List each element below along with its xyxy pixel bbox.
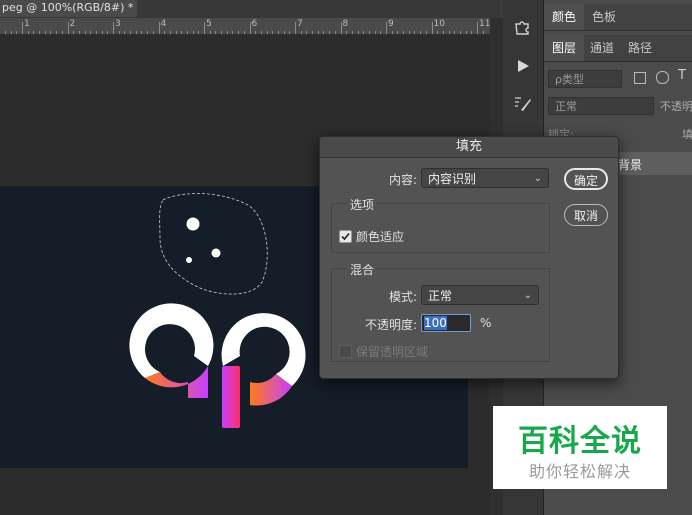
dot-large: [186, 217, 200, 231]
dialog-title: 填充: [320, 137, 618, 158]
cancel-button[interactable]: 取消: [564, 204, 608, 226]
chevron-down-icon: ⌄: [523, 290, 532, 301]
type-filter-icon[interactable]: T: [678, 68, 686, 83]
layer-blend-mode[interactable]: 正常: [548, 97, 654, 115]
preserve-transparency-label: 保留透明区域: [356, 345, 429, 359]
color-panel-tabs: 颜色 色板: [544, 4, 692, 31]
opacity-input[interactable]: 100: [421, 314, 471, 332]
contents-select[interactable]: 内容识别 ⌄: [421, 168, 549, 188]
tab-color[interactable]: 颜色: [544, 4, 585, 30]
color-adaptation-label: 颜色适应: [356, 230, 405, 244]
fill-label: 填: [682, 128, 692, 141]
ok-button[interactable]: 确定: [564, 168, 608, 190]
layer-name: 背景: [618, 158, 643, 172]
preserve-transparency-checkbox[interactable]: [339, 345, 352, 358]
watermark-subtitle: 助你轻松解决: [528, 462, 631, 481]
dot-small: [186, 257, 192, 263]
logo-left-ring: [129, 303, 214, 378]
dot-medium: [211, 248, 221, 258]
tab-paths[interactable]: 路径: [620, 35, 660, 61]
play-icon[interactable]: [509, 52, 537, 80]
logo-stem: [222, 366, 240, 428]
mode-value: 正常: [428, 289, 453, 303]
selection-marquee: [159, 193, 268, 295]
adjustment-filter-icon[interactable]: [656, 71, 669, 84]
watermark-title: 百科全说: [518, 424, 642, 459]
layers-panel-tabs: 图层 通道 路径: [544, 35, 692, 62]
opacity-value: 100: [424, 316, 447, 330]
tab-swatches[interactable]: 色板: [584, 4, 624, 30]
layer-kind-filter[interactable]: ρ类型: [548, 70, 622, 88]
opacity-label: 不透明度:: [365, 318, 418, 332]
checkmark-icon: [341, 232, 350, 241]
fill-dialog: 填充 内容: 内容识别 ⌄ 选项 颜色适应 混合 模式: 正常 ⌄ 不透明度: …: [319, 136, 619, 379]
watermark-logo: 百科全说 助你轻松解决: [493, 406, 667, 489]
tab-layers[interactable]: 图层: [544, 35, 585, 61]
image-filter-icon[interactable]: [634, 72, 646, 84]
blending-group-label: 混合: [347, 261, 378, 278]
options-group-label: 选项: [347, 196, 378, 213]
brush-settings-icon[interactable]: [509, 90, 537, 118]
tab-channels[interactable]: 通道: [582, 35, 622, 61]
contents-value: 内容识别: [428, 172, 477, 186]
color-adaptation-checkbox[interactable]: [339, 230, 352, 243]
mode-label: 模式:: [389, 290, 418, 304]
layer-opacity-label: 不透明: [660, 100, 692, 113]
opacity-unit: %: [480, 316, 492, 330]
puzzle-icon[interactable]: [509, 12, 537, 40]
chevron-down-icon: ⌄: [533, 173, 542, 184]
contents-label: 内容:: [389, 173, 418, 187]
mode-select[interactable]: 正常 ⌄: [421, 285, 539, 305]
